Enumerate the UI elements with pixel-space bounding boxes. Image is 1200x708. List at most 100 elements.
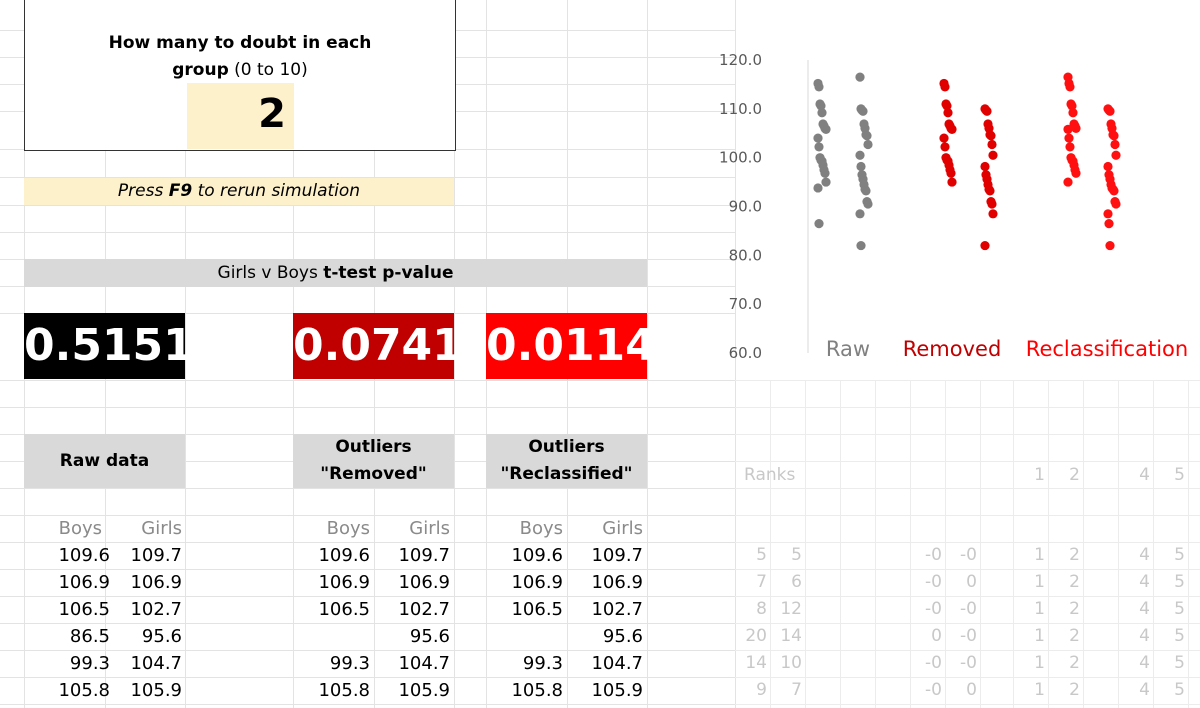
grid-row-line <box>0 205 735 206</box>
table-cell[interactable]: 104.7 <box>110 650 182 677</box>
data-point <box>814 142 824 152</box>
section-outliers-reclassified: Outliers "Reclassified" <box>486 434 647 488</box>
table-cell[interactable]: 102.7 <box>110 596 182 623</box>
ranks-cell: 5 <box>1174 572 1185 592</box>
table-cell[interactable]: 106.9 <box>300 569 370 596</box>
table-cell[interactable]: 109.6 <box>40 542 110 569</box>
table-cell[interactable]: 106.5 <box>40 596 110 623</box>
ranks-cell: -0 <box>960 626 977 646</box>
table-cell[interactable]: 95.6 <box>571 623 643 650</box>
table-cell[interactable]: 106.5 <box>493 596 563 623</box>
y-tick-label: 90.0 <box>729 198 762 216</box>
data-point <box>856 161 866 172</box>
grid-column-line <box>1188 380 1189 708</box>
ranks-cell: 1 <box>1034 545 1045 565</box>
section-outliers-removed: Outliers "Removed" <box>293 434 454 488</box>
table-cell[interactable]: 106.9 <box>571 569 643 596</box>
grid-column-line <box>1083 380 1084 708</box>
ranks-header-cell: 5 <box>1174 465 1185 485</box>
grid-row-line <box>0 515 735 516</box>
grid-column-line <box>805 380 806 708</box>
ranks-cell: 0 <box>966 680 977 700</box>
ranks-cell: -0 <box>925 599 942 619</box>
doubt-title-line2: group (0 to 10) <box>172 60 308 80</box>
table-cell[interactable]: 105.9 <box>571 677 643 704</box>
table-cell[interactable]: 105.9 <box>378 677 450 704</box>
ranks-cell: 6 <box>791 572 802 592</box>
data-point <box>1111 150 1121 160</box>
table-cell[interactable]: 105.8 <box>300 677 370 704</box>
data-point <box>1071 168 1081 178</box>
table-cell[interactable]: 106.9 <box>378 569 450 596</box>
data-point <box>861 186 871 196</box>
table-cell[interactable]: 95.6 <box>378 623 450 650</box>
table-cell[interactable]: 99.3 <box>300 650 370 677</box>
table-cell[interactable]: 102.7 <box>571 596 643 623</box>
table-cell[interactable]: 109.6 <box>493 542 563 569</box>
y-tick-label: 60.0 <box>729 344 762 362</box>
ranks-cell: 5 <box>1174 626 1185 646</box>
table-cell[interactable]: 104.7 <box>378 650 450 677</box>
category-label: Raw <box>826 337 870 361</box>
pvalue-reclassified: 0.0114 <box>486 313 656 379</box>
table-cell[interactable]: 106.9 <box>110 569 182 596</box>
data-point <box>940 82 950 92</box>
table-cell[interactable]: 102.7 <box>378 596 450 623</box>
table-cell[interactable]: 109.7 <box>571 542 643 569</box>
table-cell[interactable]: 106.9 <box>493 569 563 596</box>
table-cell[interactable]: 109.7 <box>110 542 182 569</box>
ranks-cell: 4 <box>1139 545 1150 565</box>
rerun-hint: Press F9 to rerun simulation <box>24 178 454 205</box>
data-point <box>988 150 998 160</box>
data-point <box>947 124 957 134</box>
grid-column-line <box>980 380 981 708</box>
y-tick-label: 80.0 <box>729 246 762 264</box>
table-cell[interactable]: 86.5 <box>40 623 110 650</box>
table-cell[interactable]: 106.5 <box>300 596 370 623</box>
table-cell[interactable]: 99.3 <box>40 650 110 677</box>
data-point <box>1103 209 1113 219</box>
data-point <box>986 131 996 141</box>
table-cell[interactable] <box>493 623 563 650</box>
ranks-cell: 4 <box>1139 653 1150 673</box>
ranks-cell: 5 <box>1174 653 1185 673</box>
data-point <box>943 108 953 118</box>
table-cell[interactable]: 109.7 <box>378 542 450 569</box>
ranks-cell: 2 <box>1069 599 1080 619</box>
table-cell[interactable]: 106.9 <box>40 569 110 596</box>
ranks-cell: 2 <box>1069 653 1080 673</box>
table-cell[interactable]: 104.7 <box>571 650 643 677</box>
table-cell[interactable]: 105.8 <box>493 677 563 704</box>
table-cell[interactable]: 105.8 <box>40 677 110 704</box>
ranks-cell: 5 <box>1174 599 1185 619</box>
ranks-header-cell: 1 <box>1034 465 1045 485</box>
col-header-boys-removed: Boys <box>326 518 370 539</box>
data-point <box>940 142 950 152</box>
table-cell[interactable]: 105.9 <box>110 677 182 704</box>
data-point <box>1065 142 1075 152</box>
doubt-count-input[interactable]: 2 <box>187 83 294 149</box>
data-point <box>980 161 990 172</box>
data-point <box>855 72 865 82</box>
data-point <box>1109 186 1119 196</box>
y-tick-label: 110.0 <box>719 100 762 118</box>
ranks-cell: 1 <box>1034 572 1045 592</box>
data-point <box>855 209 865 219</box>
ranks-cell: 7 <box>756 572 767 592</box>
data-point <box>1109 131 1119 141</box>
data-point <box>1110 139 1120 150</box>
ranks-cell: 5 <box>791 545 802 565</box>
ranks-cell: 1 <box>1034 653 1045 673</box>
ranks-header-cell: 2 <box>1069 465 1080 485</box>
table-cell[interactable]: 95.6 <box>110 623 182 650</box>
table-cell[interactable]: 99.3 <box>493 650 563 677</box>
data-point <box>813 133 823 143</box>
doubt-title-line1: How many to doubt in each <box>108 33 372 53</box>
grid-column-line <box>875 380 876 708</box>
data-point <box>814 82 824 92</box>
ttest-header: Girls v Boys t-test p-value <box>24 259 647 287</box>
ranks-label: Ranks <box>744 465 796 485</box>
ranks-cell: 0 <box>966 572 977 592</box>
table-cell[interactable]: 109.6 <box>300 542 370 569</box>
table-cell[interactable] <box>300 623 370 650</box>
